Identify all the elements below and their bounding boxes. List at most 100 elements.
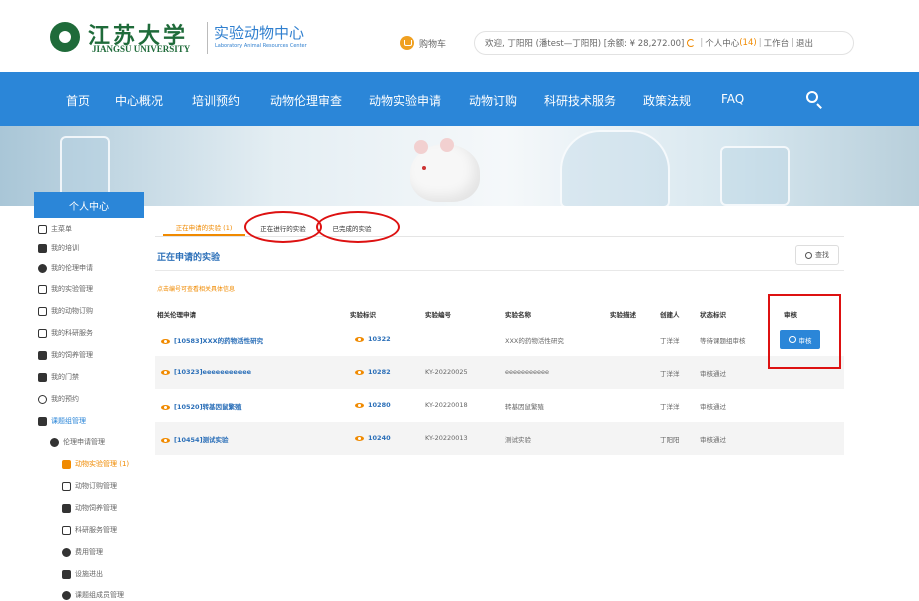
document-icon <box>62 481 71 491</box>
search-icon <box>805 251 812 259</box>
sidebar-subitem-fee-management[interactable]: 费用管理 <box>62 547 103 557</box>
cart-icon[interactable] <box>400 36 414 50</box>
nav-item-experiment-application[interactable]: 动物实验申请 <box>369 92 441 109</box>
center-name-cn: 实验动物中心 <box>214 24 305 42</box>
sidebar-item-main-menu[interactable]: 主菜单 <box>38 224 72 234</box>
workbench-link[interactable]: 工作台 <box>764 37 790 49</box>
main-nav: 首页 中心概况 培训预约 动物伦理审查 动物实验申请 动物订购 科研技术服务 政… <box>0 72 919 126</box>
creator: 丁洋洋 <box>660 370 680 378</box>
column-header-exp-id: 实验标识 <box>350 311 376 319</box>
eye-icon <box>161 404 170 410</box>
sidebar-item-group-management[interactable]: 课题组管理 <box>38 416 86 426</box>
highlight-box <box>768 294 841 369</box>
sidebar-subitem-experiment-management[interactable]: 动物实验管理 (1) <box>62 459 129 469</box>
creator: 丁洋洋 <box>660 337 680 345</box>
logout-link[interactable]: 退出 <box>796 37 813 49</box>
nav-item-overview[interactable]: 中心概况 <box>115 92 163 109</box>
clock-icon <box>38 394 47 404</box>
heart-icon <box>50 437 59 447</box>
sidebar-item-training[interactable]: 我的培训 <box>38 243 79 253</box>
user-greeting: 欢迎, 丁阳阳 (潘test—丁阳阳) [余额: ¥ 28,272.00] <box>485 39 685 49</box>
highlight-ellipse <box>244 211 322 243</box>
ethics-link[interactable]: [10323]eeeeeeeeeee <box>161 368 251 376</box>
ethics-link[interactable]: [10454]测试实验 <box>161 434 229 444</box>
sidebar-item-access[interactable]: 我的门禁 <box>38 372 79 382</box>
refresh-icon[interactable] <box>687 39 696 47</box>
sidebar-subitem-facility-access[interactable]: 设施进出 <box>62 569 103 579</box>
exp-id-link[interactable]: 10322 <box>355 335 391 343</box>
cart-link[interactable]: 购物车 <box>419 37 446 50</box>
status: 等待课题组审核 <box>700 337 746 345</box>
nav-item-research-services[interactable]: 科研技术服务 <box>544 92 616 109</box>
sidebar-subitem-husbandry-management[interactable]: 动物饲养管理 <box>62 503 117 513</box>
sidebar-item-reservations[interactable]: 我的预约 <box>38 394 79 404</box>
eye-icon <box>355 402 364 408</box>
exp-name: 测试实验 <box>505 436 531 444</box>
nav-item-home[interactable]: 首页 <box>66 92 90 109</box>
table-row: [10323]eeeeeeeeeee 10282 KY-20220025 eee… <box>155 356 844 389</box>
mouse-ear <box>414 140 428 154</box>
ethics-link[interactable]: [10520]转基因鼠繁殖 <box>161 401 242 411</box>
exp-no: KY-20220013 <box>425 434 468 442</box>
tab-applying-experiments[interactable]: 正在申请的实验 (1) <box>163 219 245 236</box>
sidebar-item-husbandry[interactable]: 我的饲养管理 <box>38 350 93 360</box>
university-name-en: JIANGSU UNIVERSITY <box>92 44 191 54</box>
section-divider <box>155 270 844 271</box>
person-icon <box>62 590 71 600</box>
heart-icon <box>38 263 47 273</box>
column-header-ethics: 相关伦理申请 <box>157 311 196 319</box>
center-name-en: Laboratory Animal Resources Center <box>215 43 307 49</box>
university-logo-icon[interactable] <box>50 22 80 52</box>
sidebar-subitem-member-management[interactable]: 课题组成员管理 <box>62 590 124 600</box>
nav-item-animal-order[interactable]: 动物订购 <box>469 92 517 109</box>
sidebar-subitem-order-management[interactable]: 动物订购管理 <box>62 481 117 491</box>
exp-no: KY-20220018 <box>425 401 468 409</box>
column-header-name: 实验名称 <box>505 311 531 319</box>
creator: 丁阳阳 <box>660 436 680 444</box>
sidebar-subitem-ethics-management[interactable]: 伦理申请管理 <box>50 437 105 447</box>
nav-item-policies[interactable]: 政策法规 <box>643 92 691 109</box>
exp-name: XXX的药物活性研究 <box>505 337 564 345</box>
sidebar-item-animal-order[interactable]: 我的动物订购 <box>38 306 93 316</box>
animal-icon <box>38 350 47 360</box>
eye-icon <box>161 338 170 344</box>
sidebar-item-research-services[interactable]: 我的科研服务 <box>38 328 93 338</box>
table-row: [10454]测试实验 10240 KY-20220013 测试实验 丁阳阳 审… <box>155 422 844 455</box>
ethics-link[interactable]: [10583]XXX的药物活性研究 <box>161 335 263 345</box>
notification-count[interactable]: (14) <box>739 38 756 48</box>
table-row: [10520]转基因鼠繁殖 10280 KY-20220018 转基因鼠繁殖 丁… <box>155 389 844 422</box>
column-header-status: 状态标识 <box>700 311 726 319</box>
document-icon <box>38 306 47 316</box>
nav-item-ethics-review[interactable]: 动物伦理审查 <box>270 92 342 109</box>
search-icon[interactable] <box>806 91 818 103</box>
column-header-exp-no: 实验编号 <box>425 311 451 319</box>
status: 审核通过 <box>700 436 726 444</box>
table-row: [10583]XXX的药物活性研究 10322 XXX的药物活性研究 丁洋洋 等… <box>155 323 844 356</box>
logo-divider <box>207 22 208 54</box>
eye-icon <box>161 437 170 443</box>
exp-id-link[interactable]: 10240 <box>355 434 391 442</box>
exp-no: KY-20220025 <box>425 368 468 376</box>
section-title: 正在申请的实验 <box>157 253 221 263</box>
training-icon <box>38 243 47 253</box>
sidebar-title: 个人中心 <box>34 192 144 218</box>
query-button[interactable]: 查找 <box>795 245 839 265</box>
mouse-ear <box>440 138 454 152</box>
user-info-bar: 欢迎, 丁阳阳 (潘test—丁阳阳) [余额: ¥ 28,272.00] | … <box>474 31 854 55</box>
hint-text: 点击编号可查看相关具体信息 <box>157 286 236 293</box>
door-icon <box>38 372 47 382</box>
exp-id-link[interactable]: 10280 <box>355 401 391 409</box>
sidebar-item-ethics[interactable]: 我的伦理申请 <box>38 263 93 273</box>
document-icon <box>38 328 47 338</box>
document-icon <box>62 525 71 535</box>
nav-item-training[interactable]: 培训预约 <box>192 92 240 109</box>
sidebar-subitem-research-management[interactable]: 科研服务管理 <box>62 525 117 535</box>
sidebar-item-experiments[interactable]: 我的实验管理 <box>38 284 93 294</box>
group-icon <box>38 416 47 426</box>
creator: 丁洋洋 <box>660 403 680 411</box>
exp-id-link[interactable]: 10282 <box>355 368 391 376</box>
eye-icon <box>355 435 364 441</box>
nav-item-faq[interactable]: FAQ <box>721 92 744 106</box>
eye-icon <box>161 369 170 375</box>
personal-center-link[interactable]: 个人中心 <box>705 37 739 49</box>
